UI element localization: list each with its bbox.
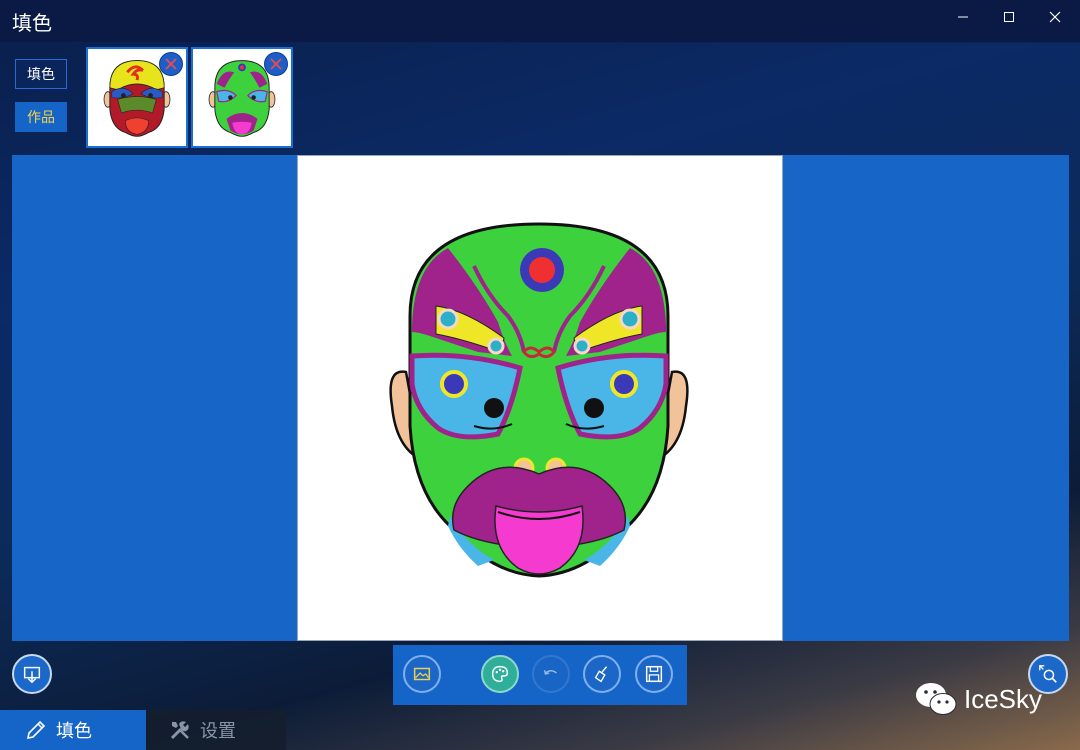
thumbnail-mask-2[interactable] xyxy=(191,47,293,148)
title-bar: 填色 xyxy=(0,0,1080,43)
wechat-icon xyxy=(916,683,957,715)
delete-thumbnail-2-button[interactable] xyxy=(264,52,288,76)
window-title: 填色 xyxy=(12,11,52,35)
watermark: IceSky xyxy=(914,680,1042,718)
opera-mask-drawing[interactable] xyxy=(298,156,782,640)
gallery-icon xyxy=(413,667,431,681)
nav-tab-settings-label: 设置 xyxy=(200,721,236,742)
broom-icon xyxy=(594,666,608,683)
palette-button[interactable] xyxy=(481,655,519,693)
maximize-button[interactable] xyxy=(986,0,1032,34)
close-icon xyxy=(1049,11,1061,23)
save-button[interactable] xyxy=(635,655,673,693)
canvas-area xyxy=(12,155,1069,641)
delete-thumbnail-1-button[interactable] xyxy=(159,52,183,76)
bottom-toolbar xyxy=(393,645,687,705)
save-icon xyxy=(645,665,663,683)
clear-button[interactable] xyxy=(583,655,621,693)
undo-button[interactable] xyxy=(532,655,570,693)
fill-mode-button[interactable]: 填色 xyxy=(15,59,67,89)
delete-icon xyxy=(165,58,177,70)
tools-icon xyxy=(170,721,189,740)
watermark-text: IceSky xyxy=(964,683,1043,714)
gallery-button[interactable] xyxy=(403,655,441,693)
import-icon xyxy=(23,666,41,684)
delete-icon xyxy=(270,58,282,70)
nav-tab-fill-label: 填色 xyxy=(56,721,92,742)
import-button[interactable] xyxy=(12,654,52,694)
minimize-button[interactable] xyxy=(940,0,986,34)
thumbnail-mask-1[interactable] xyxy=(86,47,188,148)
nav-tab-settings[interactable]: 设置 xyxy=(146,710,286,750)
pencil-icon xyxy=(26,720,46,740)
works-mode-button[interactable]: 作品 xyxy=(15,102,67,132)
undo-icon xyxy=(543,670,557,675)
palette-icon xyxy=(491,665,509,683)
nav-tab-fill[interactable]: 填色 xyxy=(0,710,146,750)
minimize-icon xyxy=(958,16,968,18)
close-window-button[interactable] xyxy=(1032,0,1078,34)
maximize-icon xyxy=(1004,12,1014,22)
drawing-canvas[interactable] xyxy=(297,155,783,641)
